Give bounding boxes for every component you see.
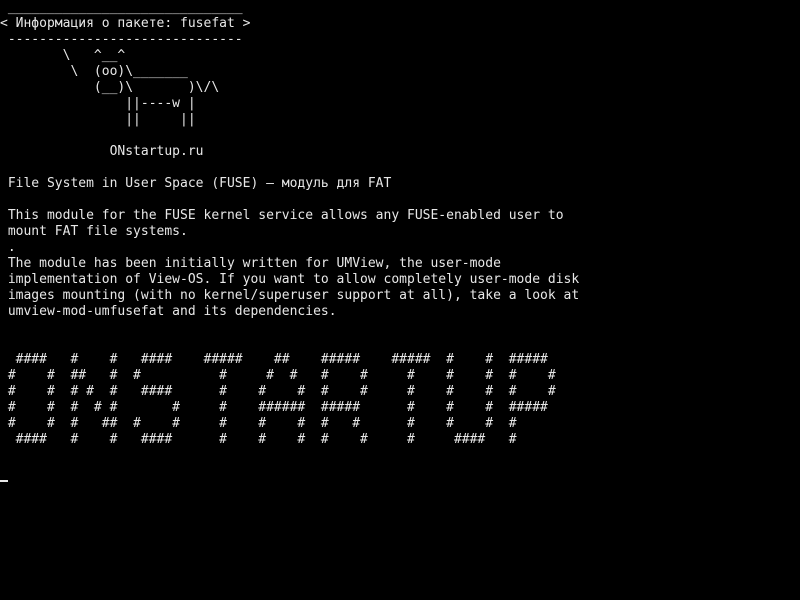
banner-art-line: # # ## # # # # # # # # # # # # <box>0 368 556 383</box>
description-line: mount FAT file systems. <box>0 224 188 239</box>
description-line: images mounting (with no kernel/superuse… <box>0 288 580 303</box>
cow-art-line: \ ^__^ <box>0 48 126 63</box>
description-line: implementation of View-OS. If you want t… <box>0 272 580 287</box>
description-line: The module has been initially written fo… <box>0 256 501 271</box>
site-label: ONstartup.ru <box>0 144 204 159</box>
banner-art-line: #### # # #### ##### ## ##### ##### # # #… <box>0 352 548 367</box>
terminal-screen[interactable]: ______________________________ < Информа… <box>0 0 800 600</box>
banner-art-line: # # # # # # # ###### ##### # # # ##### <box>0 400 548 415</box>
speech-bubble-bottom-border: ------------------------------ <box>0 32 243 47</box>
cow-art-line: || || <box>0 112 196 127</box>
description-line: umview-mod-umfusefat and its dependencie… <box>0 304 337 319</box>
cow-art-line: \ (oo)\_______ <box>0 64 188 79</box>
description-line: This module for the FUSE kernel service … <box>0 208 564 223</box>
text-cursor <box>0 480 8 482</box>
banner-art-line: # # # ## # # # # # # # # # # # <box>0 416 517 431</box>
banner-art-line: # # # # # #### # # # # # # # # # # <box>0 384 556 399</box>
speech-bubble-top-border: ______________________________ <box>0 0 243 15</box>
blank-lines <box>0 320 800 352</box>
package-summary: File System in User Space (FUSE) — модул… <box>0 176 392 191</box>
cow-art-line: ||----w | <box>0 96 196 111</box>
description-line: . <box>0 240 16 255</box>
speech-bubble-text: < Информация о пакете: fusefat > <box>0 16 251 31</box>
banner-art-line: #### # # #### # # # # # # #### # <box>0 432 517 447</box>
cow-art-line: (__)\ )\/\ <box>0 80 220 95</box>
